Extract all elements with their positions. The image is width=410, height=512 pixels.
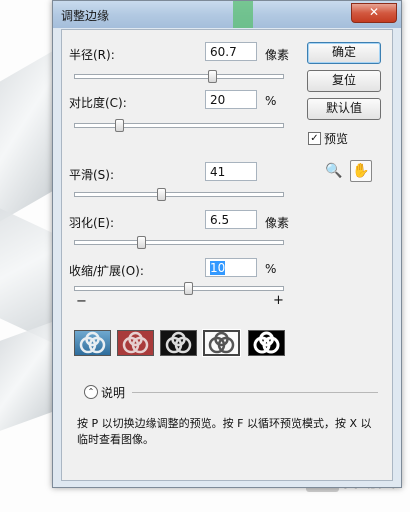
knot-icon xyxy=(79,331,106,354)
dialog-body: 半径(R): 60.7 像素 对比度(C): 20 % 平滑(S): 41 羽化… xyxy=(61,29,393,481)
knot-icon xyxy=(253,331,280,354)
contrast-label: 对比度(C): xyxy=(69,96,127,110)
radius-label: 半径(R): xyxy=(69,48,115,62)
preview-label: 预览 xyxy=(324,132,349,146)
knot-icon xyxy=(208,332,235,354)
smooth-slider-thumb[interactable] xyxy=(156,188,166,201)
zoom-icon: 🔍 xyxy=(325,163,343,179)
smooth-slider[interactable] xyxy=(74,188,284,201)
refine-edge-dialog: 调整边缘 ✕ 半径(R): 60.7 像素 对比度(C): 20 % 平滑(S)… xyxy=(52,0,402,488)
smooth-label: 平滑(S): xyxy=(69,168,115,182)
knot-icon xyxy=(165,331,192,354)
preview-mode-mask[interactable] xyxy=(248,330,285,356)
description-text: 按 P 以切换边缘调整的预览。按 F 以循环预览模式，按 X 以临时查看图像。 xyxy=(77,417,372,446)
ok-button[interactable]: 确定 xyxy=(307,42,381,64)
hand-tool[interactable]: ✋ xyxy=(350,160,372,182)
knot-icon xyxy=(122,331,149,354)
shrink-max-label: + xyxy=(273,293,284,308)
feather-input[interactable]: 6.5 xyxy=(205,210,257,229)
zoom-tool[interactable]: 🔍 xyxy=(324,161,344,181)
preview-mode-quick-mask[interactable] xyxy=(117,330,154,356)
contrast-slider-thumb[interactable] xyxy=(114,119,124,132)
shrink-expand-input[interactable]: 10 xyxy=(205,258,257,277)
contrast-input[interactable]: 20 xyxy=(205,90,257,109)
shrink-min-label: − xyxy=(76,294,87,309)
feather-unit: 像素 xyxy=(265,216,290,230)
description-divider xyxy=(132,392,378,393)
feather-slider[interactable] xyxy=(74,236,284,249)
preview-checkbox[interactable]: ✓ xyxy=(308,132,321,145)
shrink-expand-unit: % xyxy=(265,262,277,276)
shrink-expand-value: 10 xyxy=(210,261,226,275)
description-heading: 说明 xyxy=(101,386,126,400)
hand-icon: ✋ xyxy=(352,163,370,179)
reset-button[interactable]: 复位 xyxy=(307,70,381,92)
shrink-expand-slider[interactable] xyxy=(74,282,284,295)
radius-unit: 像素 xyxy=(265,48,290,62)
radius-slider[interactable] xyxy=(74,70,284,83)
feather-label: 羽化(E): xyxy=(69,216,114,230)
close-button[interactable]: ✕ xyxy=(351,3,397,23)
titlebar-highlight xyxy=(233,1,253,28)
smooth-input[interactable]: 41 xyxy=(205,162,257,181)
preview-mode-on-black[interactable] xyxy=(160,330,197,356)
shrink-expand-slider-thumb[interactable] xyxy=(184,282,194,295)
close-icon: ✕ xyxy=(368,5,380,19)
feather-slider-thumb[interactable] xyxy=(136,236,146,249)
chevron-up-icon: ⌃ xyxy=(87,387,95,396)
contrast-unit: % xyxy=(265,94,277,108)
preview-mode-standard[interactable] xyxy=(74,330,111,356)
radius-slider-thumb[interactable] xyxy=(208,70,218,83)
default-button[interactable]: 默认值 xyxy=(307,98,381,120)
radius-input[interactable]: 60.7 xyxy=(205,42,257,61)
shrink-expand-label: 收缩/扩展(O): xyxy=(69,264,144,278)
collapse-description-toggle[interactable]: ⌃ xyxy=(84,385,98,399)
preview-mode-on-white[interactable] xyxy=(202,329,241,357)
contrast-slider[interactable] xyxy=(74,119,284,132)
window-title: 调整边缘 xyxy=(61,9,110,23)
title-bar[interactable]: 调整边缘 ✕ xyxy=(53,1,401,28)
